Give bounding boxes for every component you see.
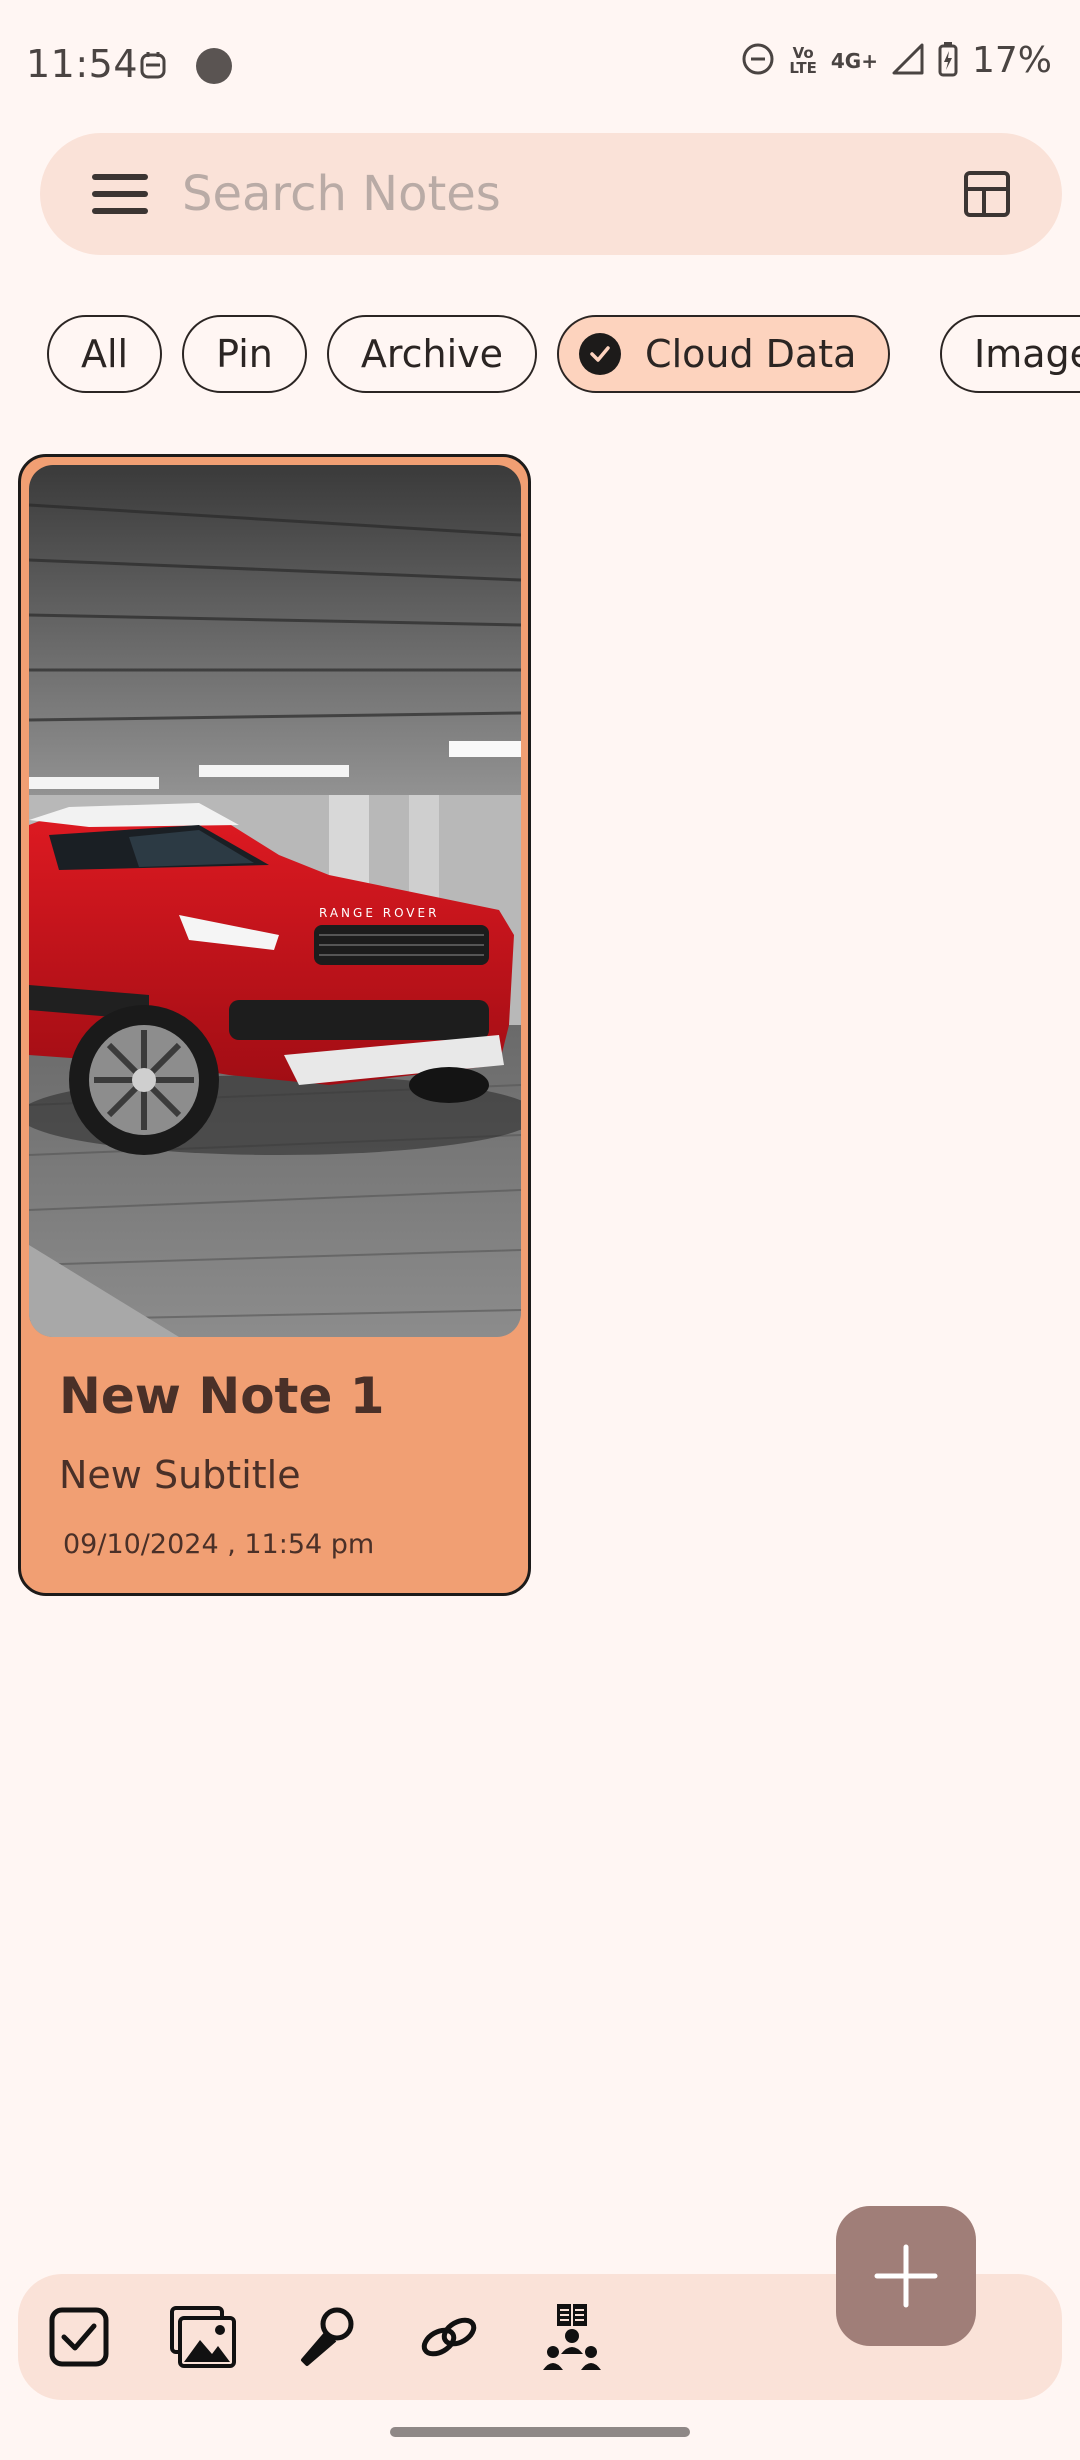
red-suv-photo: RANGE ROVER <box>29 465 521 1337</box>
dnd-icon <box>741 42 775 80</box>
chip-label: Archive <box>360 332 504 376</box>
network-type: 4G+ <box>830 48 878 73</box>
layout-toggle-button[interactable] <box>962 169 1012 219</box>
home-indicator[interactable] <box>390 2427 690 2437</box>
microphone-icon <box>301 2307 354 2366</box>
note-subtitle: New Subtitle <box>59 1453 301 1497</box>
checkbox-icon <box>49 2307 109 2367</box>
signal-icon <box>892 43 924 79</box>
chip-label: Image <box>974 332 1080 376</box>
chip-image-clip: Image <box>940 315 1080 397</box>
new-checklist-button[interactable] <box>46 2304 112 2370</box>
chip-image[interactable]: Image <box>940 315 1080 393</box>
car-brand-text: RANGE ROVER <box>319 906 439 920</box>
add-image-button[interactable] <box>170 2304 236 2370</box>
volte-line2: LTE <box>789 58 817 77</box>
note-image: RANGE ROVER <box>29 465 521 1337</box>
check-icon <box>579 333 622 375</box>
filter-chips: All Pin Archive Cloud Data <box>47 315 891 397</box>
add-note-fab[interactable] <box>836 2206 976 2346</box>
chip-pin[interactable]: Pin <box>182 315 307 393</box>
link-icon <box>421 2317 477 2357</box>
search-input[interactable] <box>182 163 942 225</box>
note-title: New Note 1 <box>59 1367 385 1425</box>
status-right-icons: Vo LTE 4G+ 17% <box>741 40 1052 81</box>
chip-cloud-data[interactable]: Cloud Data <box>557 315 891 393</box>
voice-note-button[interactable] <box>293 2304 359 2370</box>
chip-label: Cloud Data <box>645 332 857 376</box>
plus-icon <box>874 2244 938 2308</box>
group-read-button[interactable] <box>539 2304 605 2370</box>
menu-button[interactable] <box>90 170 150 218</box>
chip-archive[interactable]: Archive <box>326 315 538 393</box>
reading-group-icon <box>543 2304 601 2370</box>
grid-layout-icon <box>964 171 1010 217</box>
status-left-icons <box>138 46 234 90</box>
note-card[interactable]: RANGE ROVER New Note 1 New Subtitle 09/1… <box>18 454 531 1596</box>
note-date: 09/10/2024 , 11:54 pm <box>63 1529 375 1560</box>
battery-percent: 17% <box>971 40 1052 81</box>
status-bar: 11:54 Vo LTE 4G+ 17% <box>0 0 1080 130</box>
volte-icon: Vo LTE <box>789 46 817 75</box>
notification-app-icon <box>138 49 168 87</box>
record-dot-icon <box>194 46 234 90</box>
search-bar <box>40 133 1062 255</box>
chip-label: Pin <box>216 332 273 376</box>
chip-all[interactable]: All <box>47 315 163 393</box>
status-time: 11:54 <box>26 42 139 86</box>
battery-icon <box>938 41 958 81</box>
add-link-button[interactable] <box>416 2304 482 2370</box>
hamburger-menu-icon <box>92 174 148 214</box>
image-gallery-icon <box>170 2306 236 2368</box>
chip-label: All <box>81 332 129 376</box>
